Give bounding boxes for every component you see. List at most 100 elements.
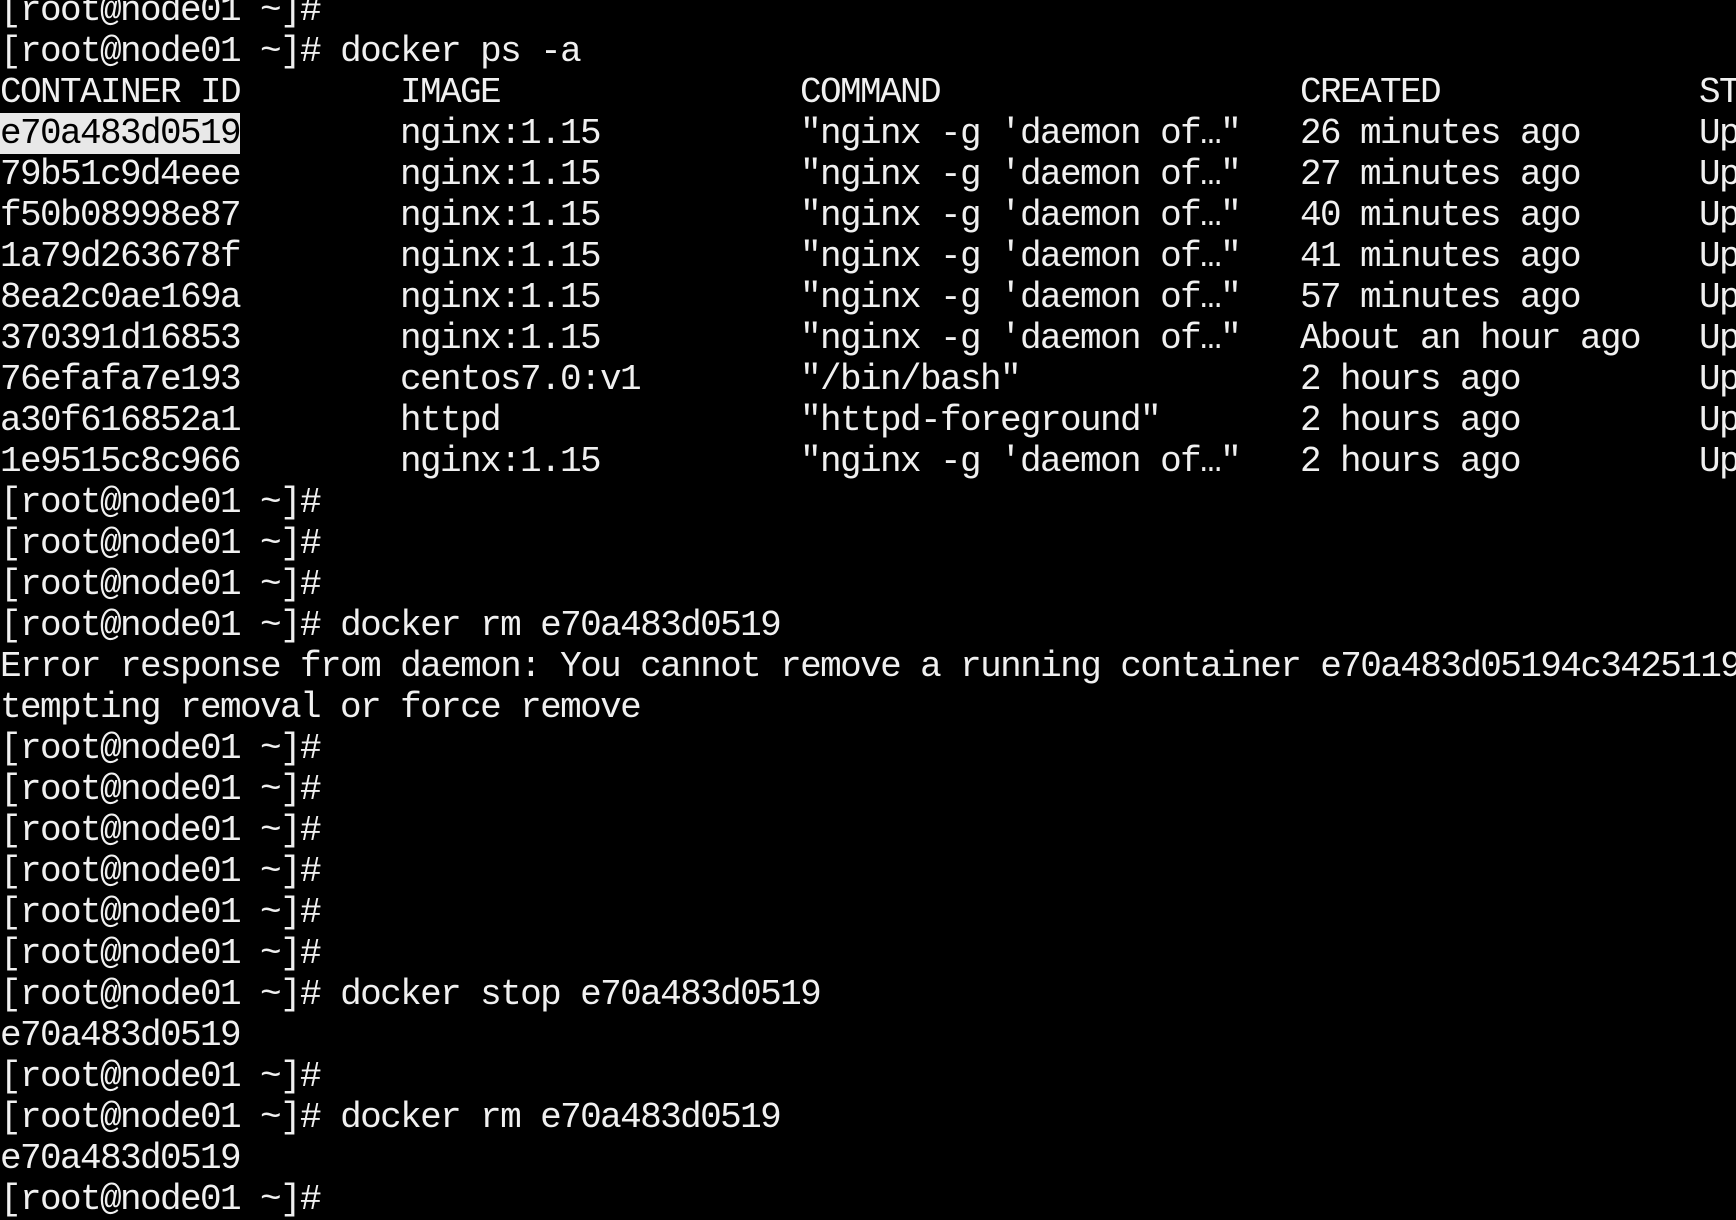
prompt: [root@node01 ~]# [0,974,322,1015]
table-cell: nginx:1.15 [400,236,602,277]
selected-container-id: e70a483d0519 [0,113,242,154]
prompt: [root@node01 ~]# [0,523,322,564]
table-row: e70a483d0519 nginx:1.15 "nginx -g 'daemon … [0,113,1736,154]
output-text: tempting removal or force remove [0,687,642,728]
prompt: [root@node01 ~]# [0,851,322,892]
table-cell: 26 minutes ago [1300,113,1582,154]
prompt-line: [root@node01 ~]# [0,523,1736,564]
terminal-output[interactable]: [root@node01 ~]# [root@node01 ~]# docker … [0,0,1736,1220]
table-cell: 1a79d263678f [0,236,242,277]
output-line: e70a483d0519 [0,1138,1736,1179]
table-cell: nginx:1.15 [400,154,602,195]
table-cell: "nginx -g 'daemon of…" [800,318,1242,359]
table-row: 370391d16853 nginx:1.15 "nginx -g 'daemon … [0,318,1736,359]
table-cell: 8ea2c0ae169a [0,277,242,318]
table-cell: 57 minutes ago [1300,277,1582,318]
table-cell: httpd [400,400,502,441]
table-cell: Up [1699,318,1736,359]
table-cell: 41 minutes ago [1300,236,1582,277]
column-header: CREATED [1300,72,1442,113]
table-row: 8ea2c0ae169a nginx:1.15 "nginx -g 'daemon … [0,277,1736,318]
output-text: Error response from daemon: You cannot r… [0,646,1736,687]
table-cell: Up [1699,195,1736,236]
table-cell: nginx:1.15 [400,318,602,359]
table-cell: About an hour ago [1300,318,1642,359]
command-text: docker rm e70a483d0519 [340,1097,782,1138]
table-cell: 1e9515c8c966 [0,441,242,482]
table-cell: 79b51c9d4eee [0,154,242,195]
prompt-line: [root@node01 ~]# docker stop e70a483d051… [0,974,1736,1015]
command-text: docker rm e70a483d0519 [340,605,782,646]
table-row: 1e9515c8c966 nginx:1.15 "nginx -g 'daemon … [0,441,1736,482]
table-row: 1a79d263678f nginx:1.15 "nginx -g 'daemon … [0,236,1736,277]
prompt: [root@node01 ~]# [0,933,322,974]
column-header: IMAGE [400,72,502,113]
prompt: [root@node01 ~]# [0,0,322,31]
table-header: CONTAINER ID IMAGE COMMAND CREATED ST [0,72,1736,113]
prompt-line: [root@node01 ~]# [0,564,1736,605]
prompt-line: [root@node01 ~]# [0,1056,1736,1097]
table-cell: nginx:1.15 [400,195,602,236]
prompt: [root@node01 ~]# [0,605,322,646]
column-header: CONTAINER ID [0,72,242,113]
prompt: [root@node01 ~]# [0,31,322,72]
table-cell: 27 minutes ago [1300,154,1582,195]
table-cell: Up [1699,359,1736,400]
table-cell: 76efafa7e193 [0,359,242,400]
prompt: [root@node01 ~]# [0,892,322,933]
prompt: [root@node01 ~]# [0,728,322,769]
table-cell: nginx:1.15 [400,441,602,482]
output-text: e70a483d0519 [0,1138,242,1179]
table-cell: Up [1699,400,1736,441]
prompt-line: [root@node01 ~]# docker rm e70a483d0519 [0,1097,1736,1138]
table-cell: "nginx -g 'daemon of…" [800,441,1242,482]
prompt-line: [root@node01 ~]# [0,769,1736,810]
command-text: docker stop e70a483d0519 [340,974,822,1015]
prompt-line: [root@node01 ~]# [0,728,1736,769]
output-line: tempting removal or force remove [0,687,1736,728]
table-cell: "nginx -g 'daemon of…" [800,113,1242,154]
table-cell: Up [1699,113,1736,154]
output-line: e70a483d0519 [0,1015,1736,1056]
table-cell: nginx:1.15 [400,277,602,318]
command-text: docker ps -a [340,31,582,72]
table-row: a30f616852a1 httpd "httpd-foreground" 2 hou… [0,400,1736,441]
prompt: [root@node01 ~]# [0,810,322,851]
table-cell: 40 minutes ago [1300,195,1582,236]
table-cell: "nginx -g 'daemon of…" [800,154,1242,195]
table-cell: nginx:1.15 [400,113,602,154]
prompt-line: [root@node01 ~]# [0,810,1736,851]
table-row: 79b51c9d4eee nginx:1.15 "nginx -g 'daemon … [0,154,1736,195]
table-cell: 2 hours ago [1300,400,1522,441]
prompt: [root@node01 ~]# [0,482,322,523]
table-cell: "nginx -g 'daemon of…" [800,236,1242,277]
prompt-line: [root@node01 ~]# [0,482,1736,523]
table-cell: centos7.0:v1 [400,359,642,400]
prompt-line: [root@node01 ~]# docker ps -a [0,31,1736,72]
prompt: [root@node01 ~]# [0,1097,322,1138]
prompt: [root@node01 ~]# [0,564,322,605]
prompt-line: [root@node01 ~]# [0,0,1736,31]
prompt: [root@node01 ~]# [0,769,322,810]
table-cell: a30f616852a1 [0,400,242,441]
table-row: f50b08998e87 nginx:1.15 "nginx -g 'daemon … [0,195,1736,236]
table-cell: "/bin/bash" [800,359,1022,400]
table-cell: "httpd-foreground" [800,400,1162,441]
table-cell: 370391d16853 [0,318,242,359]
column-header: ST [1699,72,1736,113]
table-cell: "nginx -g 'daemon of…" [800,195,1242,236]
table-cell: Up [1699,277,1736,318]
prompt-line: [root@node01 ~]# [0,851,1736,892]
table-cell: "nginx -g 'daemon of…" [800,277,1242,318]
column-header: COMMAND [800,72,942,113]
prompt-line: [root@node01 ~]# [0,933,1736,974]
prompt-line: [root@node01 ~]# [0,892,1736,933]
table-cell: Up [1699,236,1736,277]
output-line: Error response from daemon: You cannot r… [0,646,1736,687]
table-cell: 2 hours ago [1300,441,1522,482]
table-cell: f50b08998e87 [0,195,242,236]
prompt: [root@node01 ~]# [0,1056,322,1097]
table-cell: Up [1699,154,1736,195]
table-row: 76efafa7e193 centos7.0:v1 "/bin/bash" 2 hou… [0,359,1736,400]
output-text: e70a483d0519 [0,1015,242,1056]
